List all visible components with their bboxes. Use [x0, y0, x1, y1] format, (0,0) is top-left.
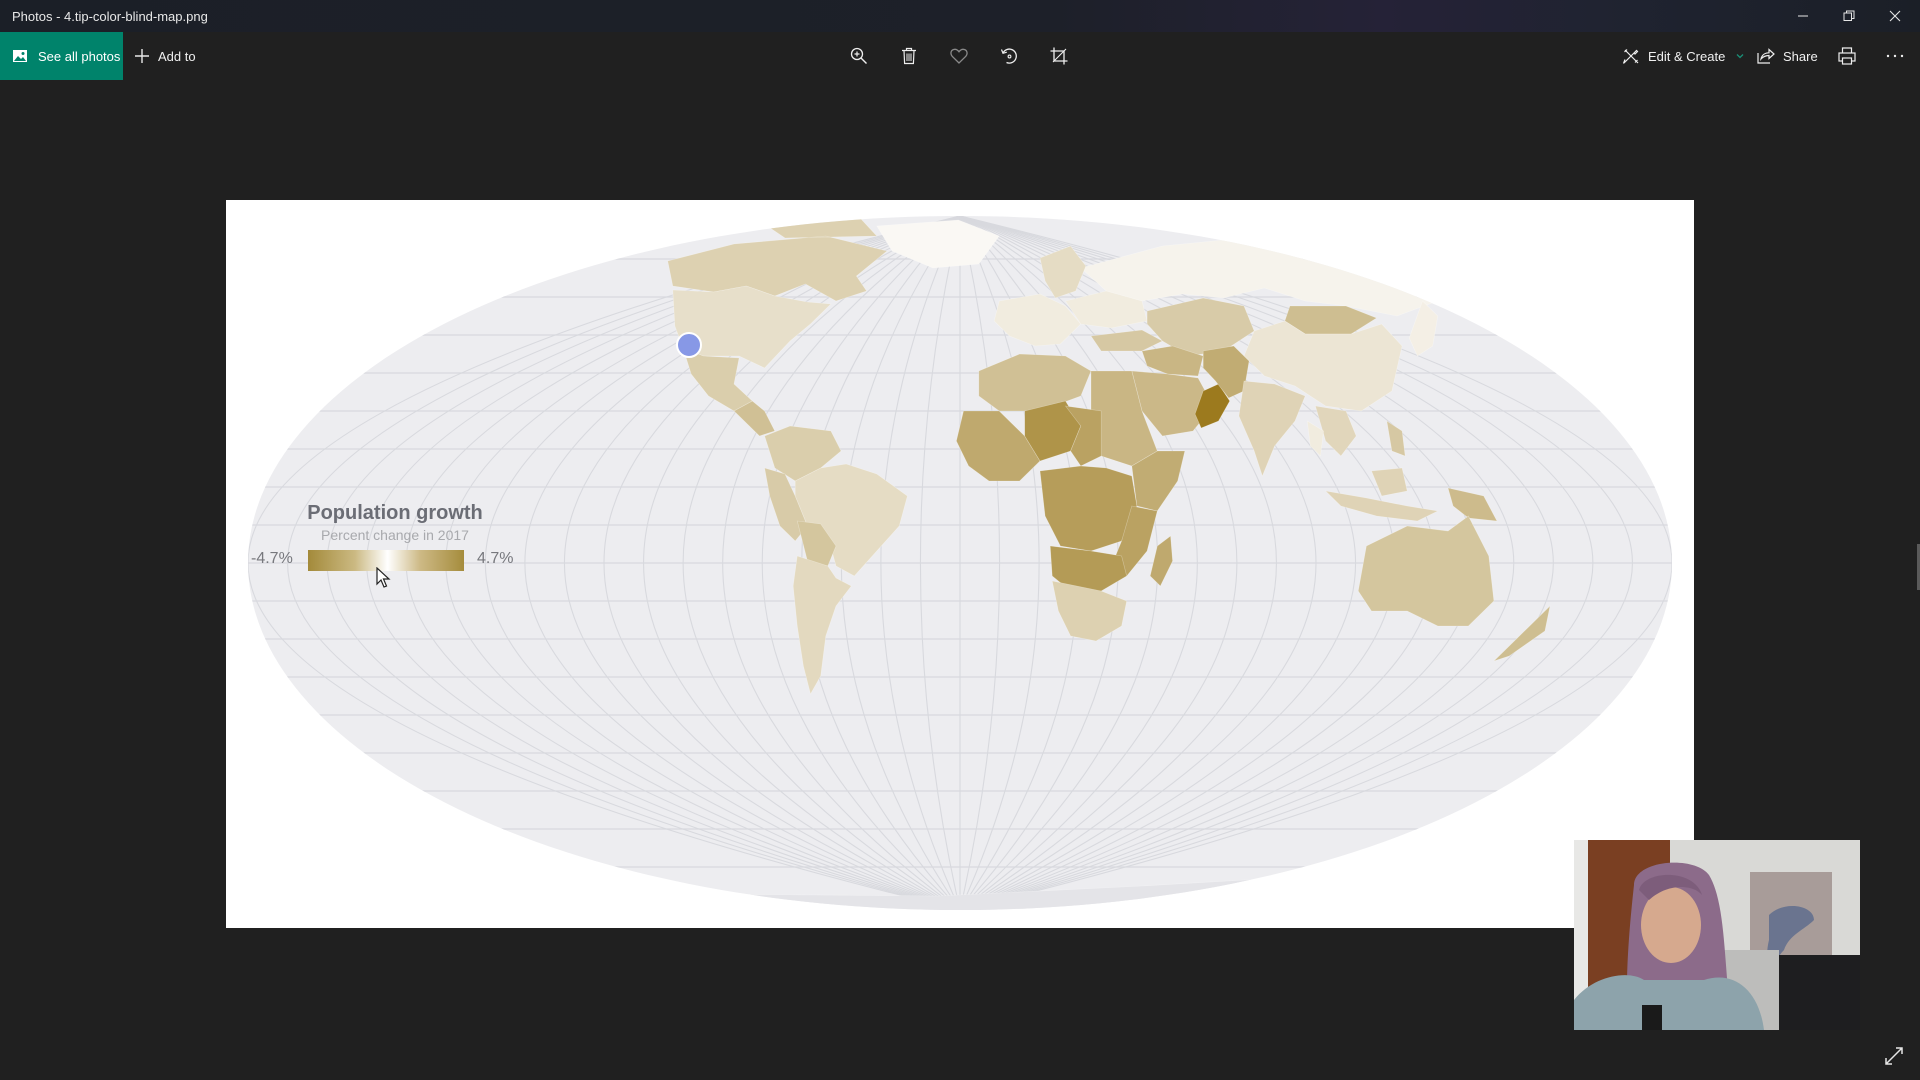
add-to-label: Add to — [158, 48, 196, 64]
edit-create-button[interactable]: Edit & Create — [1622, 32, 1745, 80]
legend-subtitle: Percent change in 2017 — [321, 527, 469, 543]
close-icon — [1889, 10, 1901, 22]
mouse-cursor-icon — [376, 567, 391, 588]
heart-icon — [950, 48, 968, 64]
restore-button[interactable] — [1826, 0, 1872, 32]
edit-create-label: Edit & Create — [1648, 48, 1726, 64]
edit-create-icon — [1622, 49, 1639, 64]
share-icon — [1757, 48, 1775, 64]
legend-max-label: 4.7% — [477, 550, 514, 567]
photo-image[interactable]: Population growth Percent change in 2017… — [226, 200, 1694, 928]
legend-min-label: -4.7% — [251, 550, 293, 567]
zoom-in-button[interactable] — [847, 44, 871, 68]
print-icon — [1838, 47, 1856, 65]
share-button[interactable]: Share — [1757, 32, 1818, 80]
country-canada[interactable] — [667, 214, 888, 302]
see-all-photos-button[interactable]: See all photos — [0, 32, 123, 80]
share-label: Share — [1783, 48, 1818, 64]
print-button[interactable] — [1835, 44, 1859, 68]
zoom-in-icon — [850, 47, 867, 64]
plus-icon — [135, 49, 149, 63]
webcam-video — [1574, 840, 1860, 1030]
restore-icon — [1843, 10, 1855, 21]
more-options-button[interactable] — [1883, 44, 1907, 68]
crop-icon — [1050, 47, 1068, 65]
legend-title: Population growth — [307, 502, 483, 524]
more-icon — [1886, 54, 1904, 58]
highlight-dot[interactable] — [676, 332, 702, 358]
crop-button[interactable] — [1047, 44, 1071, 68]
delete-button[interactable] — [897, 44, 921, 68]
watermark-text: fied — [431, 841, 529, 906]
chevron-down-icon — [1736, 54, 1744, 59]
title-bar: Photos - 4.tip-color-blind-map.png — [0, 0, 1920, 32]
rotate-icon — [1000, 48, 1017, 64]
close-button[interactable] — [1872, 0, 1918, 32]
trash-icon — [902, 47, 916, 65]
toolbar: See all photos Add to Edit & Create Shar… — [0, 32, 1920, 80]
photo-icon — [13, 50, 27, 62]
presenter-webcam — [1574, 840, 1860, 1030]
rotate-button[interactable] — [997, 44, 1021, 68]
window-title: Photos - 4.tip-color-blind-map.png — [12, 8, 208, 24]
add-to-button[interactable]: Add to — [134, 32, 196, 80]
expand-icon[interactable] — [1884, 1046, 1904, 1066]
minimize-icon — [1798, 15, 1808, 17]
minimize-button[interactable] — [1780, 0, 1826, 32]
see-all-photos-label: See all photos — [38, 48, 121, 64]
favorite-button[interactable] — [947, 44, 971, 68]
